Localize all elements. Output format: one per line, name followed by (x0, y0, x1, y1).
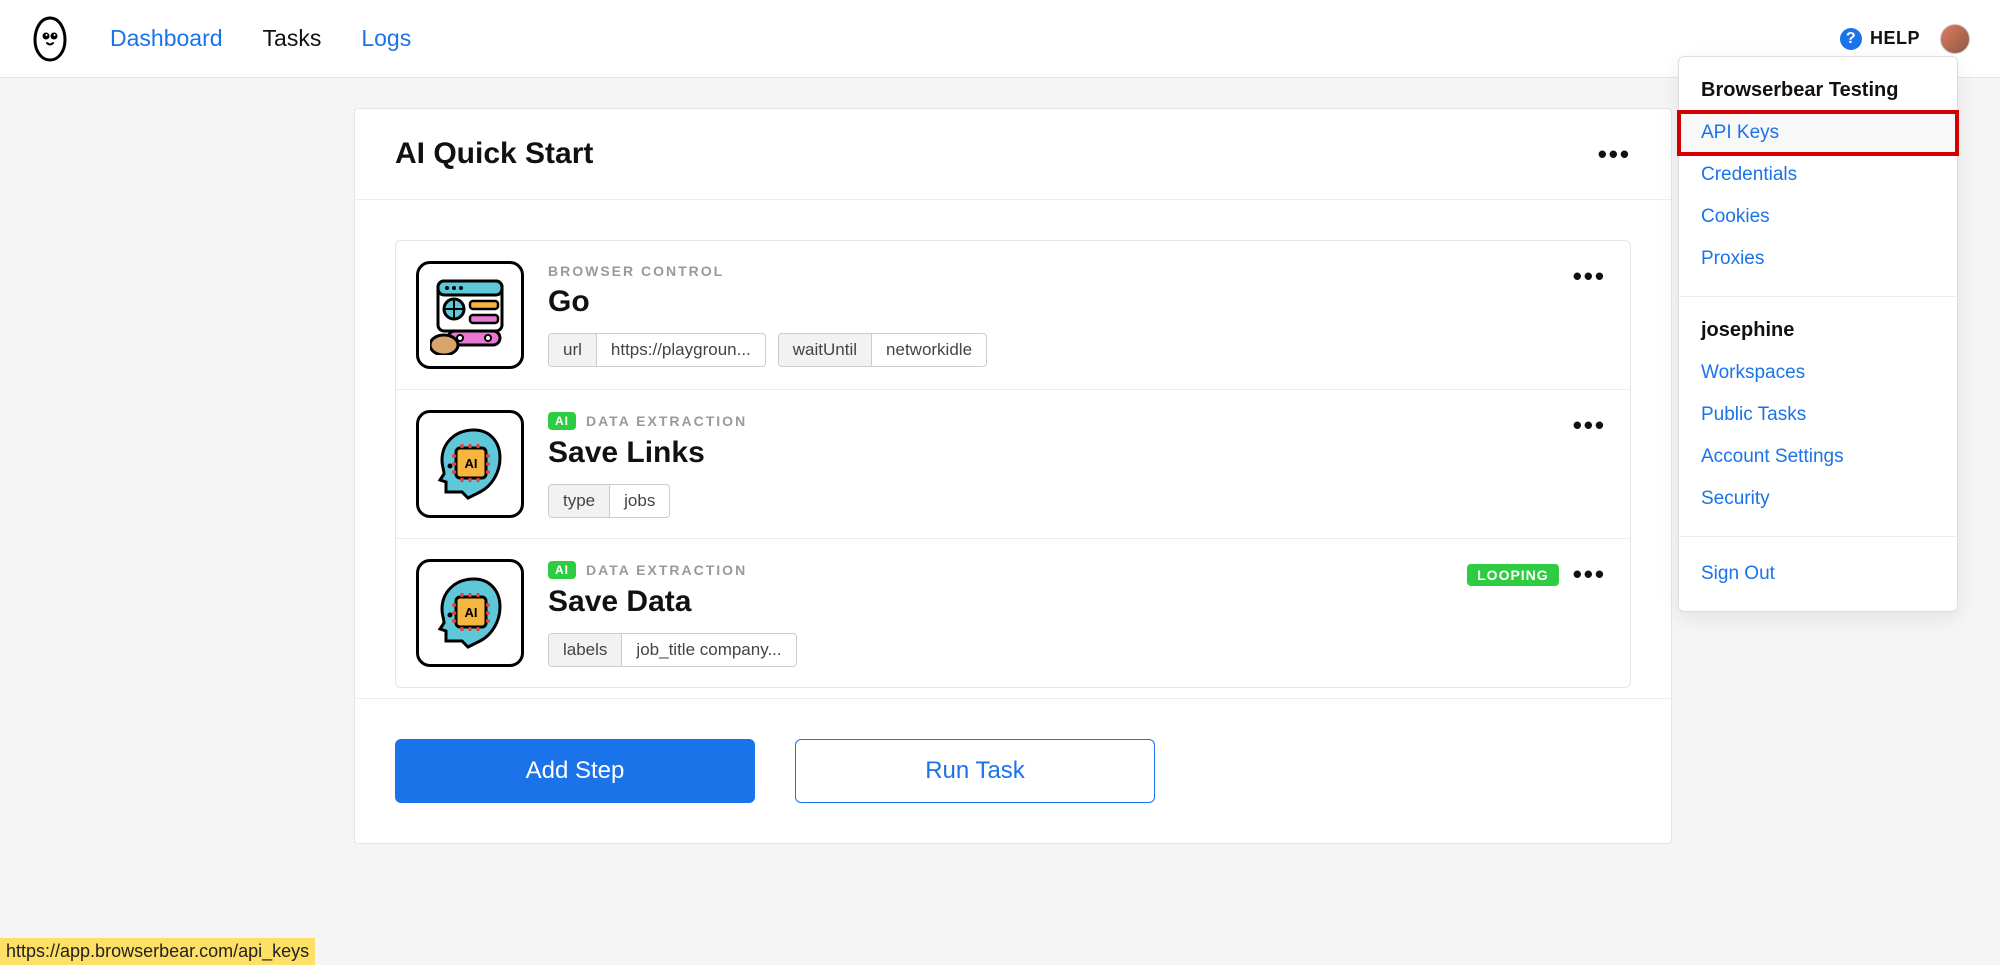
menu-proxies[interactable]: Proxies (1679, 238, 1957, 280)
add-step-button[interactable]: Add Step (395, 739, 755, 803)
card-menu-button[interactable]: ••• (1598, 139, 1631, 170)
help-button[interactable]: ? HELP (1840, 28, 1920, 50)
step-menu-button[interactable]: ••• (1573, 410, 1606, 441)
status-bar: https://app.browserbear.com/api_keys (0, 938, 315, 965)
step-tags: labels job_title company... (548, 633, 1610, 667)
help-label: HELP (1870, 28, 1920, 49)
egg-bear-icon (31, 16, 69, 62)
step-category: AI DATA EXTRACTION (548, 561, 1610, 579)
step-row[interactable]: AI (396, 539, 1630, 687)
svg-text:AI: AI (465, 456, 478, 471)
step-actions: LOOPING ••• (1467, 559, 1606, 590)
browser-go-icon (416, 261, 524, 369)
step-menu-button[interactable]: ••• (1573, 261, 1606, 292)
step-tags: type jobs (548, 484, 1610, 518)
tag: type jobs (548, 484, 670, 518)
step-category: AI DATA EXTRACTION (548, 412, 1610, 430)
user-section: josephine Workspaces Public Tasks Accoun… (1679, 297, 1957, 537)
ai-head-icon: AI (416, 410, 524, 518)
step-category: BROWSER CONTROL (548, 263, 1610, 279)
workspace-title: Browserbear Testing (1679, 73, 1957, 112)
steps-list: BROWSER CONTROL Go url https://playgroun… (395, 240, 1631, 688)
menu-workspaces[interactable]: Workspaces (1679, 352, 1957, 394)
ai-badge: AI (548, 412, 576, 430)
topbar-right: ? HELP (1840, 24, 1970, 54)
looping-badge: LOOPING (1467, 564, 1559, 586)
workspace-section: Browserbear Testing API Keys Credentials… (1679, 57, 1957, 297)
task-card: AI Quick Start ••• (354, 108, 1672, 844)
nav-dashboard[interactable]: Dashboard (110, 25, 223, 52)
menu-security[interactable]: Security (1679, 478, 1957, 520)
card-header: AI Quick Start ••• (355, 109, 1671, 200)
step-title: Save Data (548, 585, 1610, 619)
step-row[interactable]: BROWSER CONTROL Go url https://playgroun… (396, 241, 1630, 390)
step-title: Go (548, 285, 1610, 319)
signout-section: Sign Out (1679, 537, 1957, 611)
page-title: AI Quick Start (395, 137, 593, 171)
help-icon: ? (1840, 28, 1862, 50)
step-actions: ••• (1573, 261, 1606, 292)
svg-text:AI: AI (465, 605, 478, 620)
card-footer: Add Step Run Task (355, 698, 1671, 843)
account-dropdown: Browserbear Testing API Keys Credentials… (1678, 56, 1958, 612)
nav-logs[interactable]: Logs (361, 25, 411, 52)
menu-credentials[interactable]: Credentials (1679, 154, 1957, 196)
main-nav: Dashboard Tasks Logs (110, 25, 411, 52)
ai-head-icon: AI (416, 559, 524, 667)
step-body: AI DATA EXTRACTION Save Links type jobs (548, 410, 1610, 518)
brand-logo[interactable] (30, 15, 70, 63)
menu-api-keys[interactable]: API Keys (1679, 112, 1957, 154)
step-actions: ••• (1573, 410, 1606, 441)
step-tags: url https://playgroun... waitUntil netwo… (548, 333, 1610, 367)
user-title: josephine (1679, 313, 1957, 352)
menu-cookies[interactable]: Cookies (1679, 196, 1957, 238)
ai-badge: AI (548, 561, 576, 579)
tag: labels job_title company... (548, 633, 797, 667)
steps-container: BROWSER CONTROL Go url https://playgroun… (355, 200, 1671, 698)
menu-account-settings[interactable]: Account Settings (1679, 436, 1957, 478)
step-menu-button[interactable]: ••• (1573, 559, 1606, 590)
tag: url https://playgroun... (548, 333, 766, 367)
step-body: BROWSER CONTROL Go url https://playgroun… (548, 261, 1610, 369)
menu-sign-out[interactable]: Sign Out (1679, 553, 1957, 595)
run-task-button[interactable]: Run Task (795, 739, 1155, 803)
step-title: Save Links (548, 436, 1610, 470)
tag: waitUntil networkidle (778, 333, 987, 367)
menu-public-tasks[interactable]: Public Tasks (1679, 394, 1957, 436)
step-row[interactable]: AI (396, 390, 1630, 539)
avatar[interactable] (1940, 24, 1970, 54)
nav-tasks[interactable]: Tasks (263, 25, 322, 52)
step-body: AI DATA EXTRACTION Save Data labels job_… (548, 559, 1610, 667)
